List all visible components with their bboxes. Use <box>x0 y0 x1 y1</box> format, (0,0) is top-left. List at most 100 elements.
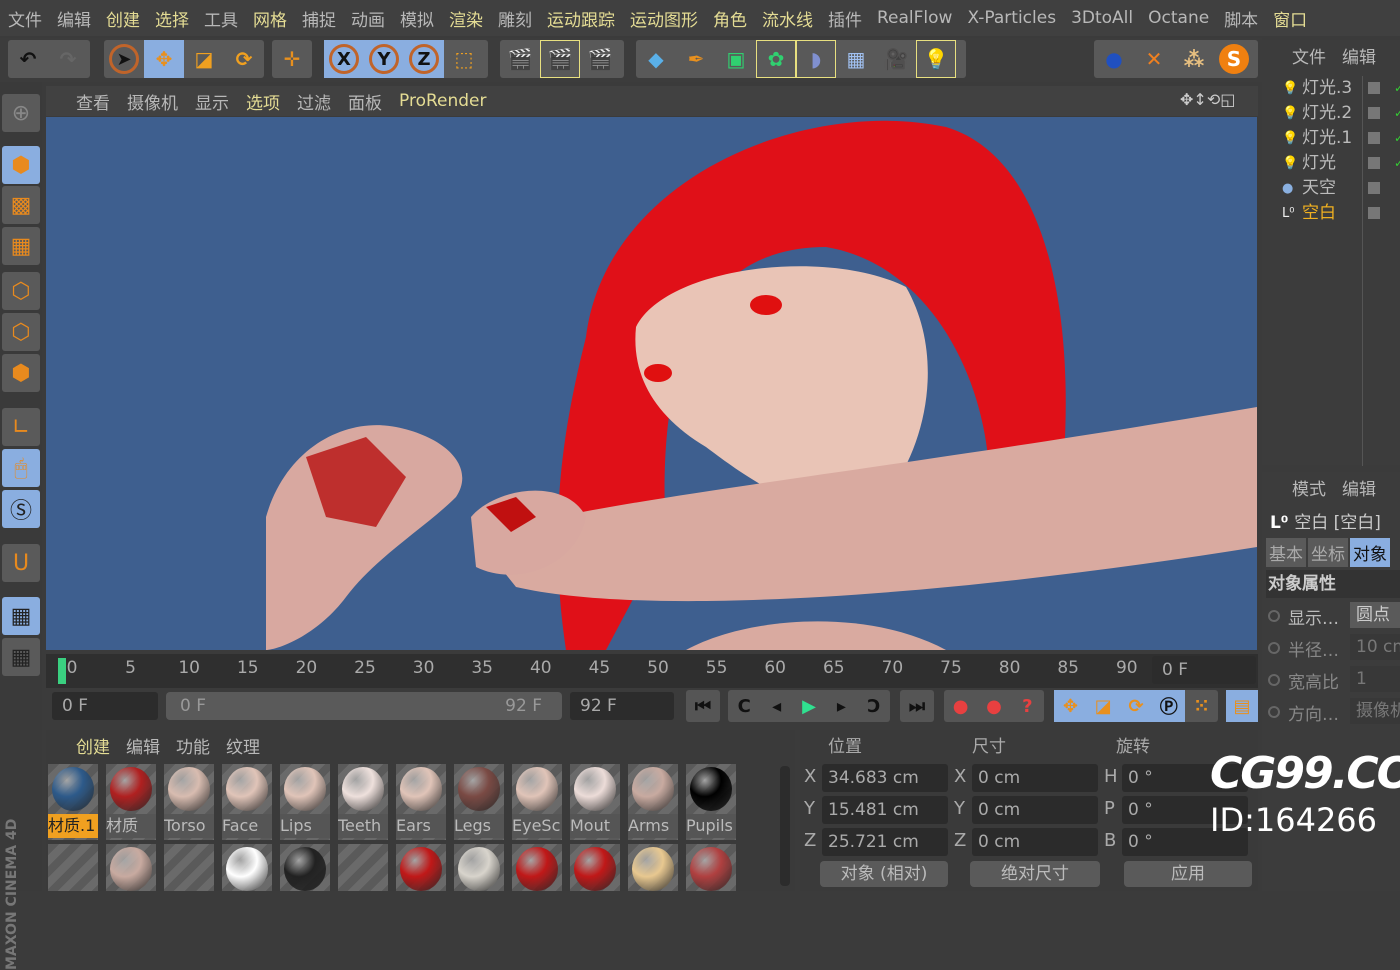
record-key-icon[interactable]: ● <box>944 690 977 722</box>
pen-icon[interactable]: ✒ <box>676 40 716 78</box>
menu-item[interactable]: 雕刻 <box>498 6 532 31</box>
apply-button[interactable]: 应用 <box>1124 861 1252 887</box>
goto-start-icon[interactable]: ⏮ <box>686 690 720 722</box>
model-mode-icon[interactable]: ⬢ <box>2 146 40 184</box>
prop-value[interactable]: 1 <box>1350 666 1400 692</box>
object-row[interactable]: 💡 灯光.2 ✓ <box>1262 101 1400 126</box>
material-menu-item[interactable]: 纹理 <box>226 733 260 758</box>
film-icon[interactable]: ▤ <box>1226 690 1258 722</box>
next-frame-icon[interactable]: ▸ <box>825 690 857 722</box>
viewport-menu-item[interactable]: 选项 <box>246 89 280 114</box>
menu-item[interactable]: 模拟 <box>400 6 434 31</box>
viewport-menu-item[interactable]: 过滤 <box>297 89 331 114</box>
menu-item[interactable]: 3DtoAll <box>1071 8 1133 28</box>
menu-item[interactable]: 插件 <box>828 6 862 31</box>
current-frame-field[interactable]: 0 F <box>1152 656 1256 684</box>
menu-item[interactable]: X-Particles <box>967 8 1056 28</box>
move-tool-icon[interactable]: ✥ <box>144 40 184 78</box>
menu-item[interactable]: 创建 <box>106 6 140 31</box>
material-swatch[interactable]: Ears <box>396 764 446 840</box>
start-frame-field[interactable]: 0 F <box>52 692 158 720</box>
material-swatch[interactable] <box>48 844 98 891</box>
prop-value[interactable]: 圆点 <box>1350 602 1400 628</box>
viewport-nav-icons[interactable]: ✥↕⟲◱ <box>1180 90 1235 109</box>
size-x-field[interactable]: 0 cm <box>972 764 1098 792</box>
visibility-toggle-icon[interactable] <box>1368 157 1380 169</box>
timeline-ruler[interactable]: 0 5 10 15 20 25 30 35 40 45 50 55 60 65 70 75 80 85 90 <box>46 654 1258 688</box>
live-select-icon[interactable]: ✛ <box>272 40 312 78</box>
menu-item[interactable]: RealFlow <box>877 8 952 28</box>
autokey-icon[interactable]: ● <box>977 690 1010 722</box>
menu-item[interactable]: 渲染 <box>449 6 483 31</box>
rotate-tool-icon[interactable]: ⟳ <box>224 40 264 78</box>
polygons-mode-icon[interactable]: ⬢ <box>2 354 40 392</box>
material-swatch[interactable]: Legs <box>454 764 504 840</box>
prop-radio[interactable] <box>1268 674 1280 686</box>
menu-item[interactable]: 角色 <box>713 6 747 31</box>
prev-frame-icon[interactable]: ◂ <box>760 690 792 722</box>
material-swatch[interactable] <box>686 844 736 891</box>
material-swatch[interactable]: Arms <box>628 764 678 840</box>
menu-item[interactable]: 窗口 <box>1273 6 1307 31</box>
realflow-icon[interactable]: ● <box>1094 40 1134 78</box>
menu-item[interactable]: 选择 <box>155 6 189 31</box>
material-swatch[interactable] <box>106 844 156 891</box>
redo-icon[interactable]: ↷ <box>48 40 88 78</box>
render-view-icon[interactable]: 🎬 <box>500 40 540 78</box>
enabled-check-icon[interactable]: ✓ <box>1394 76 1400 101</box>
playhead[interactable] <box>58 658 66 684</box>
y-axis-icon[interactable]: Y <box>364 40 404 78</box>
menu-item[interactable]: 网格 <box>253 6 287 31</box>
prop-radio[interactable] <box>1268 642 1280 654</box>
cloner-icon[interactable]: ✿ <box>756 40 796 78</box>
material-swatch[interactable]: Mout <box>570 764 620 840</box>
workplane-grid-icon[interactable]: ▦ <box>2 227 40 265</box>
material-swatch[interactable] <box>454 844 504 891</box>
material-swatch[interactable]: Pupils <box>686 764 736 840</box>
attr-tab[interactable]: 坐标 <box>1308 538 1348 567</box>
material-swatch[interactable] <box>338 844 388 891</box>
solo-icon[interactable]: Ⓢ <box>2 490 40 528</box>
position-x-field[interactable]: 34.683 cm <box>822 764 948 792</box>
coord-mode-dropdown[interactable]: 对象 (相对) <box>820 861 948 887</box>
particles-icon[interactable]: ⁂ <box>1174 40 1214 78</box>
visibility-toggle-icon[interactable] <box>1368 207 1380 219</box>
material-menu-item[interactable]: 编辑 <box>126 733 160 758</box>
viewport[interactable] <box>46 117 1257 650</box>
enabled-check-icon[interactable]: ✓ <box>1394 151 1400 176</box>
material-swatch[interactable]: Torso <box>164 764 214 840</box>
visibility-toggle-icon[interactable] <box>1368 107 1380 119</box>
material-swatch[interactable] <box>164 844 214 891</box>
align-workplane-icon[interactable]: ▦ <box>2 638 40 676</box>
material-swatch[interactable] <box>570 844 620 891</box>
end-frame-field[interactable]: 92 F <box>570 692 674 720</box>
camera-icon[interactable]: 🎥 <box>876 40 916 78</box>
coordinate-system-icon[interactable]: ⬚ <box>444 40 484 78</box>
undo-icon[interactable]: ↶ <box>8 40 48 78</box>
enabled-check-icon[interactable]: ✓ <box>1394 126 1400 151</box>
edges-mode-icon[interactable]: ⬡ <box>2 313 40 351</box>
select-tool-icon[interactable]: ➤ <box>104 40 144 78</box>
floor-icon[interactable]: ▦ <box>836 40 876 78</box>
material-swatch[interactable] <box>628 844 678 891</box>
material-swatch[interactable]: Face <box>222 764 272 840</box>
material-swatch[interactable]: Teeth <box>338 764 388 840</box>
scale-tool-icon[interactable]: ◪ <box>184 40 224 78</box>
menu-item[interactable]: 运动跟踪 <box>547 6 615 31</box>
prop-radio[interactable] <box>1268 610 1280 622</box>
material-swatch[interactable] <box>396 844 446 891</box>
attr-tab[interactable]: 基本 <box>1266 538 1306 567</box>
material-swatch[interactable] <box>222 844 272 891</box>
keyframe-selection-icon[interactable]: ? <box>1011 690 1044 722</box>
prop-radio[interactable] <box>1268 706 1280 718</box>
viewport-menu-item[interactable]: 查看 <box>76 89 110 114</box>
object-row[interactable]: 💡 灯光.3 ✓ <box>1262 76 1400 101</box>
position-y-field[interactable]: 15.481 cm <box>822 796 948 824</box>
key-position-icon[interactable]: ✥ <box>1054 690 1087 722</box>
xparticles-icon[interactable]: ✕ <box>1134 40 1174 78</box>
deformer-icon[interactable]: ◗ <box>796 40 836 78</box>
viewport-menu-item[interactable]: 摄像机 <box>127 89 178 114</box>
size-mode-dropdown[interactable]: 绝对尺寸 <box>970 861 1100 887</box>
subdivision-icon[interactable]: ▣ <box>716 40 756 78</box>
key-pla-icon[interactable]: ⁙ <box>1185 690 1218 722</box>
